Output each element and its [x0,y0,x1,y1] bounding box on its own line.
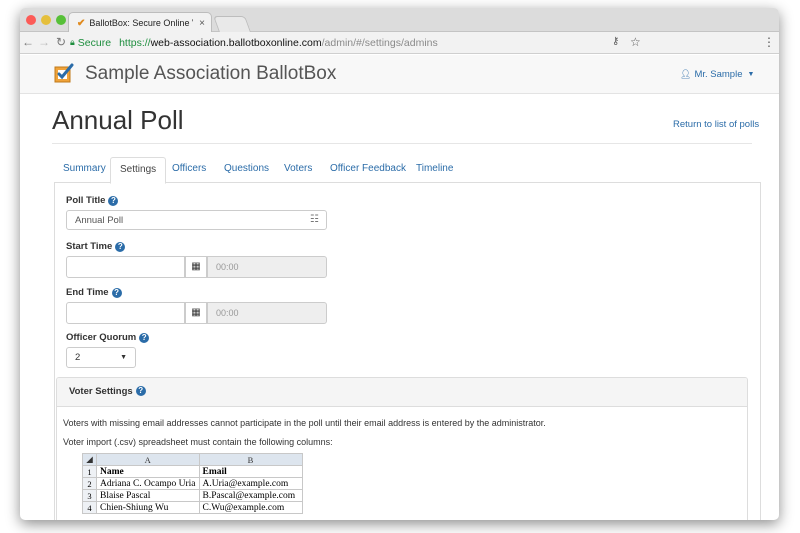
poll-tabs: Summary Settings Officers Questions Vote… [54,157,761,184]
sheet-cell: A.Uria@example.com [198,477,303,490]
brand-title[interactable]: Sample Association BallotBox [85,63,336,85]
missing-email-note: Voters with missing email addresses cann… [63,418,546,428]
user-icon: 👤︎ [680,69,692,79]
row-number: 3 [82,489,97,502]
contact-card-icon: ☷ [310,214,319,225]
zoom-window-button[interactable] [56,15,66,25]
minimize-window-button[interactable] [41,15,51,25]
end-time-label: End Time ? [66,287,122,298]
url-scheme: https:// [119,36,151,49]
user-name: Mr. Sample [694,69,743,80]
voter-settings-panel: Voter Settings ? Voters with missing ema… [56,377,748,520]
sheet-cell: Name [96,465,200,478]
officer-quorum-label-text: Officer Quorum [66,332,137,343]
officer-quorum-value: 2 [75,352,81,363]
tab-settings[interactable]: Settings [110,157,167,184]
back-arrow-icon[interactable]: ← [22,35,34,49]
url-host: web-association.ballotboxonline.com [150,36,322,49]
page-title: Annual Poll [52,105,184,135]
row-number: 1 [82,465,97,478]
start-time-label-text: Start Time [66,241,113,252]
caret-down-icon: ▼ [747,71,755,78]
help-icon[interactable]: ? [139,332,150,343]
tab-voters[interactable]: Voters [284,163,312,174]
sheet-cell: Blaise Pascal [96,489,200,502]
sheet-cell: Adriana C. Ocampo Uria [96,477,200,490]
start-time-input[interactable]: 00:00 [207,256,327,278]
title-divider [52,143,752,144]
forward-arrow-icon[interactable]: → [38,35,50,49]
end-date-input[interactable] [66,302,185,324]
tab-officers[interactable]: Officers [172,163,206,174]
sheet-cell: C.Wu@example.com [198,501,303,514]
browser-toolbar: ← → ↻ 🔒︎ Secure https://web-association.… [20,32,779,54]
end-time-value: 00:00 [216,308,239,318]
close-window-button[interactable] [26,15,36,25]
browser-window: ✔ BallotBox: Secure Online Votin × ← → ↻… [20,8,779,520]
table-row: 4 Chien-Shiung Wu C.Wu@example.com [82,501,303,514]
poll-title-label: Poll Title ? [66,195,119,206]
tab-close-icon[interactable]: × [193,18,211,29]
secure-label: Secure [77,36,112,49]
officer-quorum-select[interactable]: 2 ▼ [66,347,136,368]
row-number: 2 [82,477,97,490]
voter-settings-heading: Voter Settings ? [57,378,747,407]
csv-spreadsheet-example: ◢ A B 1 Name Email 2 Adriana C. Ocampo U… [82,453,303,514]
start-date-input[interactable] [66,256,185,278]
caret-down-icon: ▼ [120,354,127,361]
sheet-corner: ◢ [82,453,97,466]
calendar-icon[interactable]: ▦ [185,302,207,324]
browser-tab-title: BallotBox: Secure Online Votin [89,18,193,28]
row-number: 4 [82,501,97,514]
table-row: 2 Adriana C. Ocampo Uria A.Uria@example.… [82,477,303,490]
sheet-col-header: B [198,453,303,466]
browser-tab[interactable]: ✔ BallotBox: Secure Online Votin × [68,12,212,33]
end-time-label-text: End Time [66,287,109,298]
import-columns-note: Voter import (.csv) spreadsheet must con… [63,437,333,447]
sheet-cell: Email [198,465,303,478]
table-row: 1 Name Email [82,465,303,478]
officer-quorum-label: Officer Quorum ? [66,332,150,343]
ballotbox-favicon-icon: ✔ [77,17,86,29]
return-to-polls-link[interactable]: Return to list of polls [673,119,759,130]
help-icon[interactable]: ? [115,241,126,252]
key-icon[interactable]: ⚷ [612,36,619,47]
tab-timeline[interactable]: Timeline [416,163,453,174]
calendar-icon[interactable]: ▦ [185,256,207,278]
help-icon[interactable]: ? [111,287,122,298]
lock-icon: 🔒︎ [70,37,75,47]
help-icon[interactable]: ? [108,195,119,206]
ballotbox-logo-icon[interactable] [54,63,74,83]
start-time-value: 00:00 [216,262,239,272]
tab-summary[interactable]: Summary [63,163,106,174]
start-time-label: Start Time ? [66,241,126,252]
tab-strip: ✔ BallotBox: Secure Online Votin × [20,8,779,33]
poll-title-label-text: Poll Title [66,195,106,206]
bookmark-star-icon[interactable]: ☆ [630,35,641,49]
poll-title-value: Annual Poll [75,215,124,226]
browser-menu-icon[interactable]: ⋮ [763,35,775,49]
table-row: 3 Blaise Pascal B.Pascal@example.com [82,489,303,502]
poll-title-input[interactable]: Annual Poll [66,210,327,230]
end-time-input[interactable]: 00:00 [207,302,327,324]
tab-officer-feedback[interactable]: Officer Feedback [330,163,406,174]
help-icon[interactable]: ? [135,386,146,396]
app-header: Sample Association BallotBox 👤︎ Mr. Samp… [20,55,779,94]
voter-settings-heading-text: Voter Settings [69,386,133,397]
address-bar[interactable]: 🔒︎ Secure https://web-association.ballot… [70,34,640,51]
user-menu[interactable]: 👤︎ Mr. Sample ▼ [680,69,754,80]
reload-icon[interactable]: ↻ [56,35,66,49]
url-path: /admin/#/settings/admins [321,36,438,49]
new-tab-button[interactable] [213,16,251,32]
sheet-cell: Chien-Shiung Wu [96,501,200,514]
sheet-cell: B.Pascal@example.com [198,489,303,502]
tab-questions[interactable]: Questions [224,163,269,174]
sheet-col-header: A [96,453,200,466]
